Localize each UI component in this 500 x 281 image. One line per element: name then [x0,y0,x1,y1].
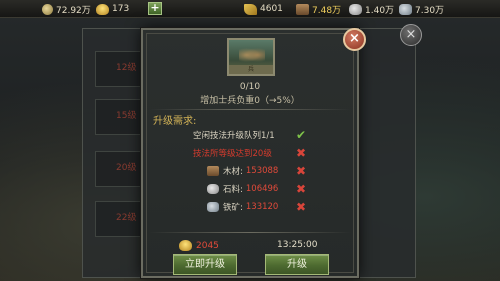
instant-upgrade-button[interactable]: 立即升级 [173,254,237,275]
requirement-label: 空闲技法升级队列1/1 [193,131,275,141]
upgrade-dialog: 兵 0/10 增加士兵负重0（→5%） 升级需求: 空闲技法升级队列1/1 ✔ … [141,28,359,278]
ingot-icon [96,3,109,15]
requirements-title: 升级需求: [153,116,197,127]
stone-icon [349,3,362,15]
food-resource: 4601 [244,2,283,16]
requirement-queue: 空闲技法升级队列1/1 ✔ [193,126,353,144]
level-progress: 0/10 [239,82,261,92]
instant-cost: 2045 [179,240,219,251]
wood-value: 7.48万 [312,5,342,16]
requirement-iron: 铁矿: 133120 ✖ [193,198,353,216]
requirement-label: 铁矿: [223,203,243,213]
upgrade-timer: 13:25:00 [277,240,318,250]
cross-icon: ✖ [296,146,307,160]
iron-resource: 7.30万 [399,2,444,16]
requirement-label: 技法所等级达到20级 [193,149,272,159]
add-ingots-button[interactable]: + [148,2,162,15]
divider [149,109,351,110]
cross-icon: ✖ [296,182,307,196]
ingot-icon [179,240,192,251]
stone-value: 1.40万 [365,5,395,16]
dialog-close-button[interactable]: × [343,28,366,51]
stone-icon [207,184,219,194]
stone-resource: 1.40万 [349,2,394,16]
requirement-value: 153088 [245,166,279,176]
iron-icon [207,202,219,212]
requirement-building-level: 技法所等级达到20级 ✖ [193,144,353,162]
requirements-list: 空闲技法升级队列1/1 ✔ 技法所等级达到20级 ✖ 木材: 153088 ✖ … [193,126,353,216]
iron-value: 7.30万 [415,5,445,16]
wood-icon [207,166,219,176]
coins-value: 72.92万 [56,5,91,16]
skill-bonus: 增加士兵负重0（→5%） [200,96,300,106]
instant-cost-value: 2045 [196,240,219,251]
requirement-value: 106496 [245,184,279,194]
coins-resource: 72.92万 [42,2,91,16]
requirement-label: 木材: [223,167,243,177]
ingots-value: 173 [112,4,130,14]
check-icon: ✔ [296,128,307,142]
iron-icon [399,3,412,15]
wood-icon [296,3,309,15]
requirement-value: 133120 [245,202,279,212]
resource-bar: 72.92万 173 + 4601 7.48万 1.40万 7.30万 [0,0,500,18]
cross-icon: ✖ [296,200,307,214]
divider [149,232,351,233]
soldier-icon [239,46,265,64]
panel-close-button[interactable]: × [400,24,422,46]
upgrade-button[interactable]: 升级 [265,254,329,275]
cross-icon: ✖ [296,164,307,178]
requirement-label: 石料: [223,185,243,195]
coin-icon [42,3,53,15]
food-value: 4601 [260,4,283,14]
requirement-stone: 石料: 106496 ✖ [193,180,353,198]
wood-resource: 7.48万 [296,2,341,16]
requirement-wood: 木材: 153088 ✖ [193,162,353,180]
wheat-icon [244,3,257,15]
portrait-caption: 兵 [229,65,273,74]
skill-portrait: 兵 [227,38,275,76]
ingots-resource: 173 [96,2,129,16]
